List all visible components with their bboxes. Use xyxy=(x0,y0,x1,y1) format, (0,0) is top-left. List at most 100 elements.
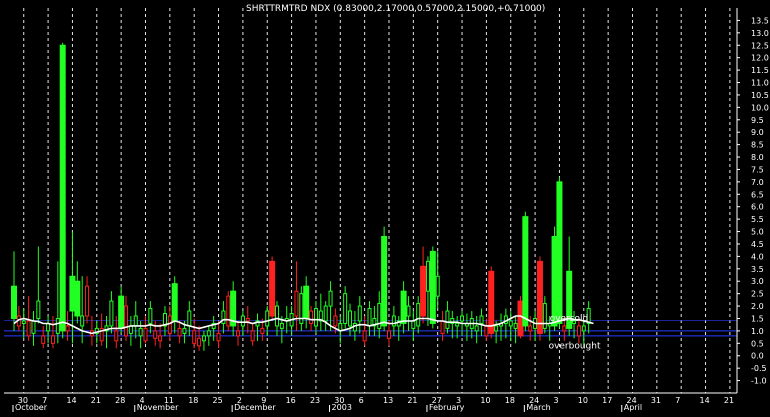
candle-up xyxy=(400,290,407,324)
candle-up xyxy=(109,300,114,327)
y-tick-label: 6.5 xyxy=(751,190,764,199)
candle-up xyxy=(240,315,245,327)
candle-up xyxy=(59,44,66,332)
candle-down xyxy=(536,260,543,334)
chart-background xyxy=(0,0,770,412)
y-tick-label: 9.0 xyxy=(751,128,764,137)
candle-up xyxy=(391,315,396,327)
candle-down xyxy=(124,305,129,337)
x-date-label: 16 xyxy=(286,396,296,405)
x-date-label: 10 xyxy=(480,396,490,405)
candle-down xyxy=(114,330,119,342)
candle-up xyxy=(80,315,85,327)
x-month-label: April xyxy=(624,403,642,412)
y-tick-label: 10.0 xyxy=(751,103,769,112)
x-date-label: 13 xyxy=(383,396,393,405)
candle-up xyxy=(494,325,499,332)
candle-up xyxy=(187,310,192,327)
candle-up xyxy=(118,295,125,329)
candle-up xyxy=(323,305,328,322)
candle-down xyxy=(50,335,55,344)
y-tick-label: 13.0 xyxy=(751,29,769,38)
candle-down xyxy=(576,325,581,337)
candle-up xyxy=(11,285,17,319)
candle-up xyxy=(74,280,81,317)
x-month-label: November xyxy=(137,403,179,412)
candle-down xyxy=(294,290,299,317)
candle-up xyxy=(55,317,60,334)
candle-down xyxy=(420,265,427,317)
candle-up xyxy=(182,327,187,334)
y-tick-label: 0.0 xyxy=(751,352,764,361)
candle-down xyxy=(143,327,148,342)
x-date-label: 18 xyxy=(505,396,515,405)
x-date-label: 3 xyxy=(553,396,558,405)
y-tick-label: 8.0 xyxy=(751,153,764,162)
y-tick-label: 9.5 xyxy=(751,116,764,125)
y-tick-label: 5.5 xyxy=(751,215,764,224)
y-tick-label: 7.0 xyxy=(751,178,764,187)
y-tick-label: 3.5 xyxy=(751,265,764,274)
candle-up xyxy=(133,315,138,327)
candle-up xyxy=(201,335,206,342)
oversold-label: oversold xyxy=(550,314,588,324)
x-month-label: October xyxy=(15,403,48,412)
x-date-label: 7 xyxy=(675,396,680,405)
y-tick-label: 11.0 xyxy=(751,79,769,88)
x-month-label: March xyxy=(526,403,550,412)
y-tick-label: 2.0 xyxy=(751,302,764,311)
candle-up xyxy=(411,320,416,329)
candle-down xyxy=(517,300,524,337)
candle-up xyxy=(556,181,563,324)
candle-up xyxy=(343,293,348,324)
candle-up xyxy=(460,315,465,322)
x-date-label: 6 xyxy=(359,396,364,405)
candle-down xyxy=(484,325,489,337)
overbought-label: overbought xyxy=(549,341,601,351)
candle-up xyxy=(377,303,382,329)
candle-down xyxy=(216,332,221,342)
candle-down xyxy=(260,327,265,334)
y-tick-label: 0.5 xyxy=(751,339,764,348)
candle-up xyxy=(171,283,178,322)
y-tick-label: 8.5 xyxy=(751,141,764,150)
candle-down xyxy=(386,330,391,339)
y-tick-label: -0.5 xyxy=(751,364,767,373)
candle-down xyxy=(236,330,241,337)
candle-up xyxy=(274,305,279,327)
x-date-label: 25 xyxy=(213,396,223,405)
candle-up xyxy=(435,275,440,297)
candle-down xyxy=(528,325,533,332)
candle-up xyxy=(542,303,547,329)
x-date-label: 28 xyxy=(115,396,125,405)
candle-up xyxy=(479,315,484,324)
x-date-label: 21 xyxy=(407,396,417,405)
y-tick-label: 4.0 xyxy=(751,252,764,261)
x-date-label: 18 xyxy=(188,396,198,405)
y-tick-label: 13.5 xyxy=(751,16,769,25)
x-date-label: 23 xyxy=(310,396,320,405)
candle-up xyxy=(513,322,518,329)
candle-up xyxy=(138,327,143,337)
y-tick-label: 1.5 xyxy=(751,314,764,323)
candle-up xyxy=(551,236,558,327)
y-tick-label: 7.5 xyxy=(751,165,764,174)
candle-up xyxy=(416,303,421,327)
candle-down xyxy=(309,310,314,324)
candle-up xyxy=(522,216,529,327)
candle-down xyxy=(65,325,70,332)
candle-down xyxy=(177,327,182,337)
candle-down xyxy=(197,337,202,347)
y-tick-label: 3.0 xyxy=(751,277,764,286)
candle-down xyxy=(85,285,90,317)
x-month-label: 2003 xyxy=(332,403,352,412)
candle-up xyxy=(445,310,450,329)
y-tick-label: 6.0 xyxy=(751,203,764,212)
y-tick-label: 2.5 xyxy=(751,290,764,299)
y-tick-label: -1.0 xyxy=(751,377,767,386)
candle-down xyxy=(167,315,172,334)
x-date-label: 31 xyxy=(651,396,661,405)
x-month-label: December xyxy=(234,403,276,412)
candle-down xyxy=(158,335,163,342)
candle-up xyxy=(425,260,430,292)
